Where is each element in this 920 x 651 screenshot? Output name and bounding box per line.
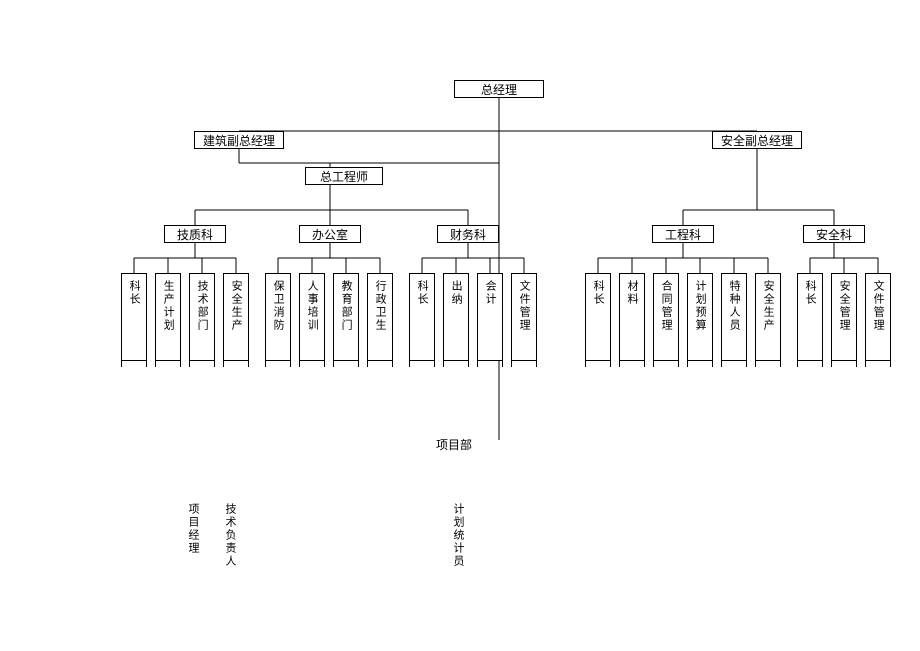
text: 财务科 — [450, 226, 486, 243]
leaf-jizhi-2: 技术部门 — [189, 273, 215, 361]
text: 项目经理 — [185, 503, 201, 555]
dept-caiwu: 财务科 — [437, 225, 499, 243]
text: 科长 — [415, 280, 429, 306]
text: 安全科 — [816, 226, 852, 243]
text: 科长 — [803, 280, 817, 306]
staff-plan: 计划统计员 — [450, 503, 466, 572]
label-project-dept: 项目部 — [436, 436, 472, 453]
node-chief-eng: 总工程师 — [305, 167, 383, 185]
text: 工程科 — [665, 226, 701, 243]
text: 总经理 — [481, 81, 517, 98]
staff-pm: 项目经理 — [185, 503, 201, 559]
leaf-caiwu-3: 文件管理 — [511, 273, 537, 361]
staff-tech: 技术负责人 — [222, 503, 238, 572]
text: 安全副总经理 — [721, 132, 793, 149]
leaf-gongcheng-4: 特种人员 — [721, 273, 747, 361]
leaf-bangong-2: 教育部门 — [333, 273, 359, 361]
dept-gongcheng: 工程科 — [652, 225, 714, 243]
text: 安全生产 — [761, 280, 775, 332]
text: 保卫消防 — [271, 280, 285, 332]
text: 安全生产 — [229, 280, 243, 332]
dept-jizhi: 技质科 — [164, 225, 226, 243]
dept-bangong: 办公室 — [299, 225, 361, 243]
text: 人事培训 — [305, 280, 319, 332]
leaf-anquan-1: 安全管理 — [831, 273, 857, 361]
text: 合同管理 — [659, 280, 673, 332]
leaf-caiwu-1: 出纳 — [443, 273, 469, 361]
leaf-gongcheng-3: 计划预算 — [687, 273, 713, 361]
text: 材料 — [625, 280, 639, 306]
leaf-gongcheng-0: 科长 — [585, 273, 611, 361]
leaf-bangong-1: 人事培训 — [299, 273, 325, 361]
dept-anquan: 安全科 — [803, 225, 865, 243]
text: 办公室 — [312, 226, 348, 243]
text: 技质科 — [177, 226, 213, 243]
text: 特种人员 — [727, 280, 741, 332]
text: 文件管理 — [517, 280, 531, 332]
text: 总工程师 — [320, 168, 368, 185]
leaf-gongcheng-2: 合同管理 — [653, 273, 679, 361]
leaf-anquan-2: 文件管理 — [865, 273, 891, 361]
text: 会计 — [483, 280, 497, 306]
text: 建筑副总经理 — [203, 132, 275, 149]
node-vp-right: 安全副总经理 — [712, 131, 802, 149]
text: 技术部门 — [195, 280, 209, 332]
leaf-jizhi-1: 生产计划 — [155, 273, 181, 361]
leaf-jizhi-3: 安全生产 — [223, 273, 249, 361]
text: 技术负责人 — [222, 503, 238, 568]
leaf-bangong-0: 保卫消防 — [265, 273, 291, 361]
text: 文件管理 — [871, 280, 885, 332]
text: 出纳 — [449, 280, 463, 306]
text: 行政卫生 — [373, 280, 387, 332]
text: 教育部门 — [339, 280, 353, 332]
text: 项目部 — [436, 438, 472, 452]
text: 计划统计员 — [450, 503, 466, 568]
text: 科长 — [591, 280, 605, 306]
node-vp-left: 建筑副总经理 — [194, 131, 284, 149]
node-gm: 总经理 — [454, 80, 544, 98]
leaf-anquan-0: 科长 — [797, 273, 823, 361]
text: 安全管理 — [837, 280, 851, 332]
leaf-caiwu-2: 会计 — [477, 273, 503, 361]
leaf-gongcheng-5: 安全生产 — [755, 273, 781, 361]
text: 生产计划 — [161, 280, 175, 332]
leaf-jizhi-0: 科长 — [121, 273, 147, 361]
leaf-gongcheng-1: 材料 — [619, 273, 645, 361]
text: 科长 — [127, 280, 141, 306]
text: 计划预算 — [693, 280, 707, 332]
leaf-caiwu-0: 科长 — [409, 273, 435, 361]
leaf-bangong-3: 行政卫生 — [367, 273, 393, 361]
